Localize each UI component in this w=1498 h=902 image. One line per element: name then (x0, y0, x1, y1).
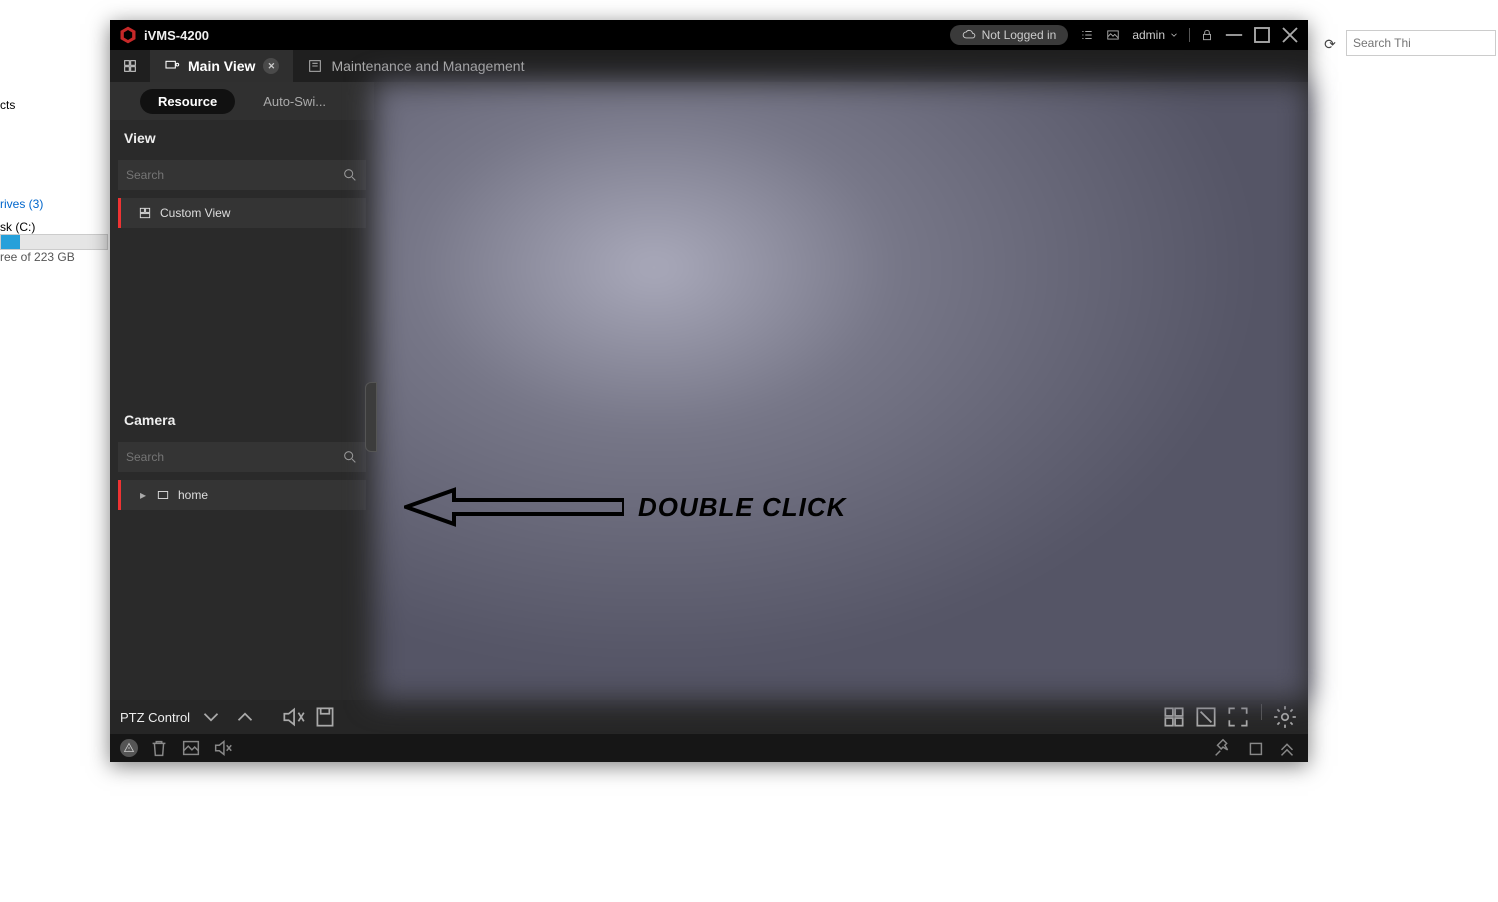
view-custom-view-label: Custom View (160, 206, 230, 220)
pin-icon[interactable] (1212, 737, 1234, 759)
bottombar: PTZ Control (110, 700, 1308, 734)
subtab-autoswitch[interactable]: Auto-Swi... (245, 89, 344, 114)
list-icon[interactable] (1074, 22, 1100, 48)
login-status-pill[interactable]: Not Logged in (950, 25, 1069, 45)
app-title: iVMS-4200 (144, 28, 209, 43)
ptz-collapse-down-icon[interactable] (198, 704, 224, 730)
user-name: admin (1132, 28, 1165, 42)
statusbar (110, 734, 1308, 762)
mute-icon[interactable] (280, 704, 306, 730)
main-view-area[interactable]: DOUBLE CLICK (374, 82, 1308, 700)
bg-disk-free: ree of 223 GB (0, 250, 75, 264)
refresh-button[interactable]: ⟳ (1318, 32, 1342, 56)
view-section: View Custom View (110, 120, 374, 402)
view-custom-view[interactable]: Custom View (118, 198, 366, 228)
bg-drives-text: rives (3) (0, 197, 43, 211)
separator (1189, 28, 1190, 42)
layout-grid-icon[interactable] (1161, 704, 1187, 730)
image-icon[interactable] (180, 737, 202, 759)
view-icon (138, 206, 152, 220)
sidebar-collapse-handle[interactable] (365, 382, 377, 452)
subtab-resource[interactable]: Resource (140, 89, 235, 114)
tabbar: Main View ✕ Maintenance and Management (110, 50, 1308, 82)
view-header: View (110, 120, 374, 156)
camera-header: Camera (110, 402, 374, 438)
sound-off-icon[interactable] (212, 737, 234, 759)
picture-icon[interactable] (1100, 22, 1126, 48)
device-icon (156, 488, 170, 502)
tool-icon (307, 58, 323, 74)
camera-item-label: home (178, 488, 208, 502)
annotation-overlay: DOUBLE CLICK (404, 482, 846, 532)
grid-icon (122, 58, 138, 74)
sidebar-subtabs: Resource Auto-Swi... (110, 82, 374, 120)
restore-icon[interactable] (1244, 737, 1266, 759)
camera-section: Camera ▸ home (110, 402, 374, 700)
ptz-collapse-up-icon[interactable] (232, 704, 258, 730)
lock-icon[interactable] (1194, 22, 1220, 48)
chevron-down-icon (1169, 30, 1179, 40)
camera-search-input[interactable] (126, 450, 342, 464)
view-list-spacer (110, 232, 374, 402)
tab-main-view[interactable]: Main View ✕ (150, 50, 293, 82)
tab-close-button[interactable]: ✕ (263, 58, 279, 74)
bg-disk-usage-bar (0, 234, 108, 250)
bg-quickaccess-text: cts (0, 98, 15, 112)
video-feed[interactable] (374, 82, 1308, 700)
expand-up-icon[interactable] (1276, 737, 1298, 759)
ptz-label: PTZ Control (120, 710, 190, 725)
camera-item-home[interactable]: ▸ home (118, 480, 366, 510)
app-window: iVMS-4200 Not Logged in admin Main View … (110, 20, 1308, 762)
camera-list-spacer (110, 514, 374, 700)
fullscreen-icon[interactable] (1225, 704, 1251, 730)
trash-icon[interactable] (148, 737, 170, 759)
expand-icon[interactable]: ▸ (138, 488, 148, 502)
titlebar: iVMS-4200 Not Logged in admin (110, 20, 1308, 50)
save-icon[interactable] (312, 704, 338, 730)
view-search (118, 160, 366, 190)
maximize-button[interactable] (1248, 22, 1276, 48)
tab-maintenance-label: Maintenance and Management (331, 58, 524, 74)
bg-disk-label: sk (C:) (0, 220, 35, 234)
camera-search (118, 442, 366, 472)
cloud-icon (962, 28, 976, 42)
user-menu[interactable]: admin (1126, 28, 1185, 42)
minimize-button[interactable] (1220, 22, 1248, 48)
tab-maintenance[interactable]: Maintenance and Management (293, 50, 538, 82)
alert-badge-icon[interactable] (120, 739, 138, 757)
explorer-search-input[interactable] (1346, 30, 1496, 56)
app-body: Resource Auto-Swi... View Custom View Ca… (110, 82, 1308, 700)
search-icon[interactable] (342, 167, 358, 183)
settings-icon[interactable] (1272, 704, 1298, 730)
separator (1261, 704, 1262, 720)
view-search-input[interactable] (126, 168, 342, 182)
arrow-icon (404, 482, 624, 532)
login-status-text: Not Logged in (982, 28, 1057, 42)
search-icon[interactable] (342, 449, 358, 465)
monitor-icon (164, 58, 180, 74)
tab-main-view-label: Main View (188, 58, 255, 74)
annotation-text: DOUBLE CLICK (638, 492, 846, 523)
sidebar: Resource Auto-Swi... View Custom View Ca… (110, 82, 374, 700)
app-logo-icon (118, 25, 138, 45)
stop-all-icon[interactable] (1193, 704, 1219, 730)
close-button[interactable] (1276, 22, 1304, 48)
home-tab-button[interactable] (110, 50, 150, 82)
